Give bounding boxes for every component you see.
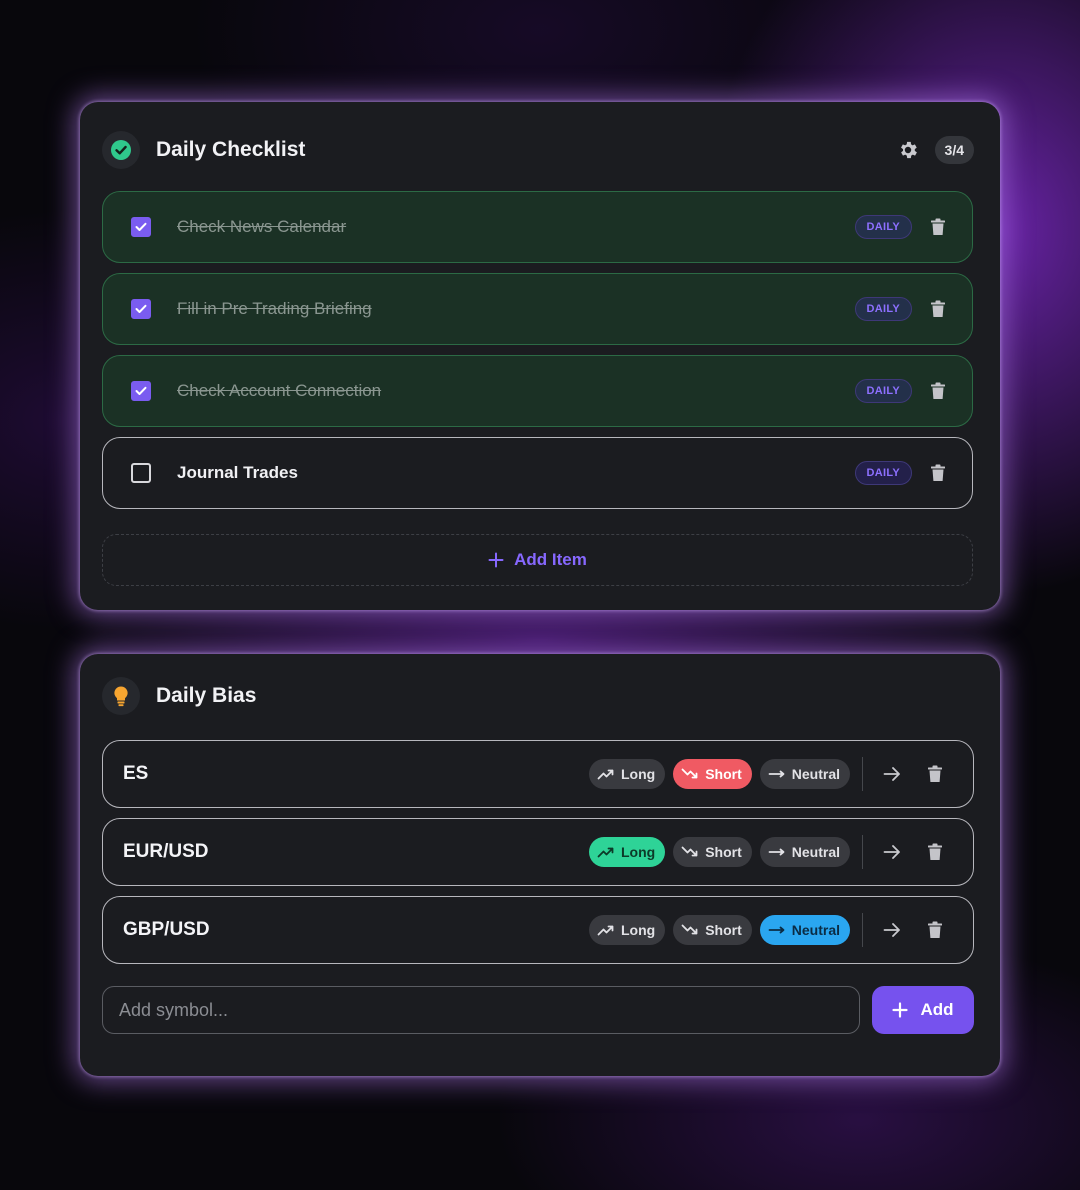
trash-icon[interactable] bbox=[930, 218, 946, 236]
bias-row: ES Long Short Neutral bbox=[102, 740, 974, 808]
check-circle-icon bbox=[102, 131, 140, 169]
long-label: Long bbox=[620, 844, 656, 860]
trash-icon[interactable] bbox=[930, 382, 946, 400]
arrow-right-small-icon bbox=[768, 926, 785, 934]
checklist-item[interactable]: Fill in Pre Trading Briefing DAILY bbox=[102, 273, 973, 345]
checklist-header: Daily Checklist 3/4 bbox=[102, 128, 974, 172]
checklist-item[interactable]: Check Account Connection DAILY bbox=[102, 355, 973, 427]
symbol-label: ES bbox=[123, 763, 149, 784]
add-button-label: Add bbox=[920, 1000, 954, 1019]
trash-icon[interactable] bbox=[927, 843, 943, 861]
trash-icon[interactable] bbox=[927, 765, 943, 783]
long-bias-button[interactable]: Long bbox=[588, 915, 666, 945]
trending-up-icon bbox=[597, 847, 614, 858]
checklist-item[interactable]: Journal Trades DAILY bbox=[102, 437, 973, 509]
checklist-title: Daily Checklist bbox=[156, 138, 306, 161]
neutral-label: Neutral bbox=[791, 844, 840, 860]
trending-down-icon bbox=[681, 924, 698, 935]
neutral-bias-button[interactable]: Neutral bbox=[759, 759, 850, 789]
neutral-label: Neutral bbox=[791, 766, 840, 782]
checklist-item[interactable]: Check News Calendar DAILY bbox=[102, 191, 973, 263]
short-label: Short bbox=[705, 844, 742, 860]
trending-up-icon bbox=[597, 769, 614, 780]
frequency-badge: DAILY bbox=[854, 297, 912, 321]
neutral-label: Neutral bbox=[791, 922, 840, 938]
checklist-item-label: Check News Calendar bbox=[177, 217, 347, 236]
divider bbox=[862, 835, 863, 869]
bias-row: EUR/USD Long Short Neutral bbox=[102, 818, 974, 886]
frequency-badge: DAILY bbox=[854, 379, 912, 403]
trending-up-icon bbox=[597, 925, 614, 936]
short-label: Short bbox=[705, 766, 742, 782]
checkbox-checked[interactable] bbox=[131, 217, 151, 237]
checkbox-checked[interactable] bbox=[131, 299, 151, 319]
progress-counter-badge: 3/4 bbox=[934, 136, 974, 164]
bias-row: GBP/USD Long Short Neutral bbox=[102, 896, 974, 964]
long-bias-button[interactable]: Long bbox=[588, 759, 666, 789]
trending-down-icon bbox=[681, 768, 698, 779]
symbol-label: GBP/USD bbox=[123, 919, 210, 940]
checkbox-unchecked[interactable] bbox=[131, 463, 151, 483]
long-label: Long bbox=[620, 922, 656, 938]
arrow-right-icon[interactable] bbox=[883, 766, 901, 782]
bias-rows: ES Long Short Neutral EUR/USD Long Short… bbox=[102, 740, 974, 974]
short-bias-button[interactable]: Short bbox=[673, 915, 752, 945]
bias-header: Daily Bias bbox=[102, 676, 974, 716]
checklist-item-label: Journal Trades bbox=[177, 463, 298, 482]
trending-down-icon bbox=[681, 846, 698, 857]
symbol-label: EUR/USD bbox=[123, 841, 209, 862]
neutral-bias-button[interactable]: Neutral bbox=[759, 915, 850, 945]
frequency-badge: DAILY bbox=[854, 215, 912, 239]
trash-icon[interactable] bbox=[927, 921, 943, 939]
arrow-right-icon[interactable] bbox=[883, 922, 901, 938]
neutral-bias-button[interactable]: Neutral bbox=[759, 837, 850, 867]
arrow-right-small-icon bbox=[768, 770, 785, 778]
checklist-item-label: Check Account Connection bbox=[177, 381, 382, 400]
checklist-item-label: Fill in Pre Trading Briefing bbox=[177, 299, 372, 318]
bias-title: Daily Bias bbox=[156, 684, 257, 707]
arrow-right-icon[interactable] bbox=[883, 844, 901, 860]
plus-icon bbox=[488, 552, 504, 568]
short-label: Short bbox=[705, 922, 742, 938]
divider bbox=[862, 913, 863, 947]
trash-icon[interactable] bbox=[930, 300, 946, 318]
frequency-badge: DAILY bbox=[854, 461, 912, 485]
long-label: Long bbox=[620, 766, 656, 782]
daily-checklist-card: Daily Checklist 3/4 Check News Calendar … bbox=[80, 102, 1000, 610]
long-bias-button[interactable]: Long bbox=[588, 837, 666, 867]
add-symbol-input[interactable] bbox=[102, 986, 860, 1034]
short-bias-button[interactable]: Short bbox=[673, 759, 752, 789]
add-symbol-button[interactable]: Add bbox=[872, 986, 974, 1034]
short-bias-button[interactable]: Short bbox=[673, 837, 752, 867]
gear-icon[interactable] bbox=[897, 139, 919, 161]
checklist-items: Check News Calendar DAILY Fill in Pre Tr… bbox=[102, 191, 973, 519]
arrow-right-small-icon bbox=[768, 848, 785, 856]
add-item-label: Add Item bbox=[514, 550, 587, 569]
add-item-button[interactable]: Add Item bbox=[102, 534, 973, 586]
checkbox-checked[interactable] bbox=[131, 381, 151, 401]
divider bbox=[862, 757, 863, 791]
plus-icon bbox=[892, 1002, 909, 1018]
add-symbol-row: Add bbox=[102, 986, 974, 1034]
lightbulb-icon bbox=[102, 677, 140, 715]
daily-bias-card: Daily Bias ES Long Short Neutral EUR/USD… bbox=[80, 654, 1000, 1076]
trash-icon[interactable] bbox=[930, 464, 946, 482]
